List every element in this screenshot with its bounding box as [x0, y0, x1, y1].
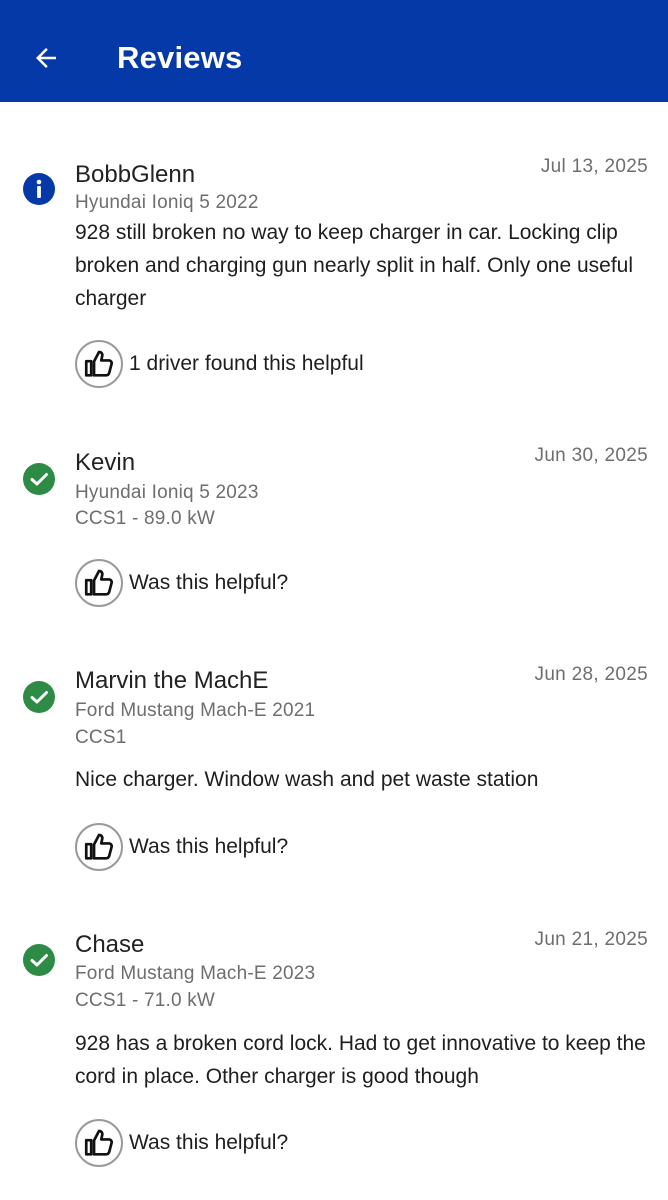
helpful-label: 1 driver found this helpful	[129, 352, 364, 375]
info-icon	[23, 173, 55, 205]
review-vehicle: Hyundai Ioniq 5 2023	[75, 482, 259, 503]
helpful-label: Was this helpful?	[129, 1131, 289, 1154]
check-circle-icon	[23, 944, 55, 976]
review-vehicle: Ford Mustang Mach-E 2021	[75, 700, 316, 721]
helpful-label: Was this helpful?	[129, 835, 289, 858]
back-button[interactable]	[22, 34, 70, 82]
review-connector: CCS1 - 89.0 kW	[75, 508, 216, 529]
review-vehicle: Ford Mustang Mach-E 2023	[75, 963, 316, 984]
thumbs-up-icon	[84, 833, 114, 860]
review-date: Jul 13, 2025	[540, 156, 648, 177]
helpful-button[interactable]: Was this helpful?	[75, 1119, 288, 1167]
thumbs-up-icon	[84, 569, 114, 596]
review-text: 928 still broken no way to keep charger …	[75, 221, 634, 310]
thumbs-up-icon-circle	[75, 823, 123, 871]
thumbs-up-icon-circle	[75, 1119, 123, 1167]
helpful-label: Was this helpful?	[129, 571, 289, 594]
review-author: BobbGlenn	[75, 161, 196, 188]
review-date: Jun 30, 2025	[534, 445, 648, 466]
app-bar: Reviews	[0, 0, 668, 102]
helpful-button[interactable]: 1 driver found this helpful	[75, 340, 364, 388]
page-title: Reviews	[117, 40, 243, 75]
review-date: Jun 21, 2025	[534, 929, 648, 950]
thumbs-up-icon	[84, 1129, 114, 1156]
review-text: Nice charger. Window wash and pet waste …	[75, 768, 539, 791]
review-author: Marvin the MachE	[75, 667, 269, 694]
review-vehicle: Hyundai Ioniq 5 2022	[75, 192, 259, 213]
thumbs-up-icon-circle	[75, 559, 123, 607]
check-circle-icon	[23, 463, 55, 495]
thumbs-up-icon	[84, 350, 114, 377]
review-author: Kevin	[75, 449, 136, 476]
helpful-button[interactable]: Was this helpful?	[75, 559, 288, 607]
arrow-left-icon	[36, 48, 56, 68]
thumbs-up-icon-circle	[75, 340, 123, 388]
review-author: Chase	[75, 931, 145, 958]
review-date: Jun 28, 2025	[534, 664, 648, 685]
review-connector: CCS1	[75, 727, 127, 748]
helpful-button[interactable]: Was this helpful?	[75, 823, 288, 871]
review-text: 928 has a broken cord lock. Had to get i…	[75, 1032, 646, 1088]
check-circle-icon	[23, 681, 55, 713]
review-connector: CCS1 - 71.0 kW	[75, 990, 216, 1011]
